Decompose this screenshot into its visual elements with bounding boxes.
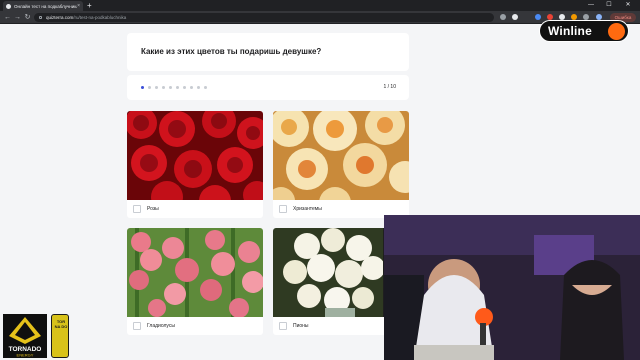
- screen: Онлайн тест на подкаблучника × + — ☐ ✕ ←…: [0, 0, 640, 360]
- reload-icon[interactable]: ↻: [23, 13, 32, 22]
- option-roses[interactable]: Розы: [127, 111, 263, 218]
- browser-tab[interactable]: Онлайн тест на подкаблучника ×: [3, 1, 83, 11]
- tornado-energy-logo: TORNADO ENERGY: [3, 314, 47, 358]
- option-chrysanthemums[interactable]: Хризантемы: [273, 111, 409, 218]
- question-title: Какие из этих цветов ты подаришь девушке…: [141, 47, 322, 56]
- option-checkbox[interactable]: [133, 205, 141, 213]
- progress-dot: [183, 86, 186, 89]
- bookmark-star-icon[interactable]: [512, 14, 518, 20]
- progress-counter: 1 / 10: [383, 84, 396, 90]
- progress-dot: [197, 86, 200, 89]
- back-arrow-icon[interactable]: ←: [3, 13, 12, 22]
- energy-drink-can: TOR NA DO: [51, 314, 69, 358]
- option-label: Гладиолусы: [147, 323, 175, 329]
- energy-sub-text: ENERGY: [17, 353, 34, 358]
- browser-tabbar: Онлайн тест на подкаблучника × + — ☐ ✕: [0, 0, 640, 11]
- minimize-button[interactable]: —: [584, 0, 598, 11]
- roses-image: [127, 111, 263, 200]
- question-card: Какие из этих цветов ты подаришь девушке…: [127, 33, 409, 71]
- winline-ball-icon: [608, 23, 625, 40]
- forward-arrow-icon[interactable]: →: [13, 13, 22, 22]
- tab-close-icon[interactable]: ×: [77, 3, 80, 9]
- url-text: quizterra.com/ru/test-na-podkabluchnika: [46, 15, 127, 20]
- progress-dot: [190, 86, 193, 89]
- progress-dots: [141, 86, 207, 89]
- progress-dot: [148, 86, 151, 89]
- progress-dot: [204, 86, 207, 89]
- option-label: Пионы: [293, 323, 309, 329]
- progress-dot: [141, 86, 144, 89]
- can-label: TOR NA DO: [54, 319, 68, 329]
- option-gladioli[interactable]: Гладиолусы: [127, 228, 263, 335]
- favicon-icon: [6, 3, 11, 9]
- webcam-feed: [384, 215, 640, 360]
- lock-icon: [39, 16, 42, 19]
- progress-card: 1 / 10: [127, 75, 409, 100]
- progress-dot: [155, 86, 158, 89]
- extension-icon[interactable]: [500, 14, 506, 20]
- option-label: Розы: [147, 206, 159, 212]
- progress-dot: [162, 86, 165, 89]
- gladioli-image: [127, 228, 263, 317]
- option-checkbox[interactable]: [279, 205, 287, 213]
- winline-logo: Winline: [539, 20, 629, 42]
- option-checkbox[interactable]: [133, 322, 141, 330]
- close-window-button[interactable]: ✕: [621, 0, 635, 11]
- maximize-button[interactable]: ☐: [602, 0, 616, 11]
- progress-dot: [176, 86, 179, 89]
- sponsor-name: Winline: [548, 24, 592, 38]
- address-bar[interactable]: quizterra.com/ru/test-na-podkabluchnika: [34, 13, 494, 22]
- new-tab-button[interactable]: +: [87, 1, 92, 10]
- progress-dot: [169, 86, 172, 89]
- option-label: Хризантемы: [293, 206, 322, 212]
- tab-title: Онлайн тест на подкаблучника: [14, 3, 78, 9]
- option-checkbox[interactable]: [279, 322, 287, 330]
- chrysanthemums-image: [273, 111, 409, 200]
- option-row: Гладиолусы: [127, 317, 263, 335]
- extension-icon[interactable]: [535, 14, 541, 20]
- option-row: Розы: [127, 200, 263, 218]
